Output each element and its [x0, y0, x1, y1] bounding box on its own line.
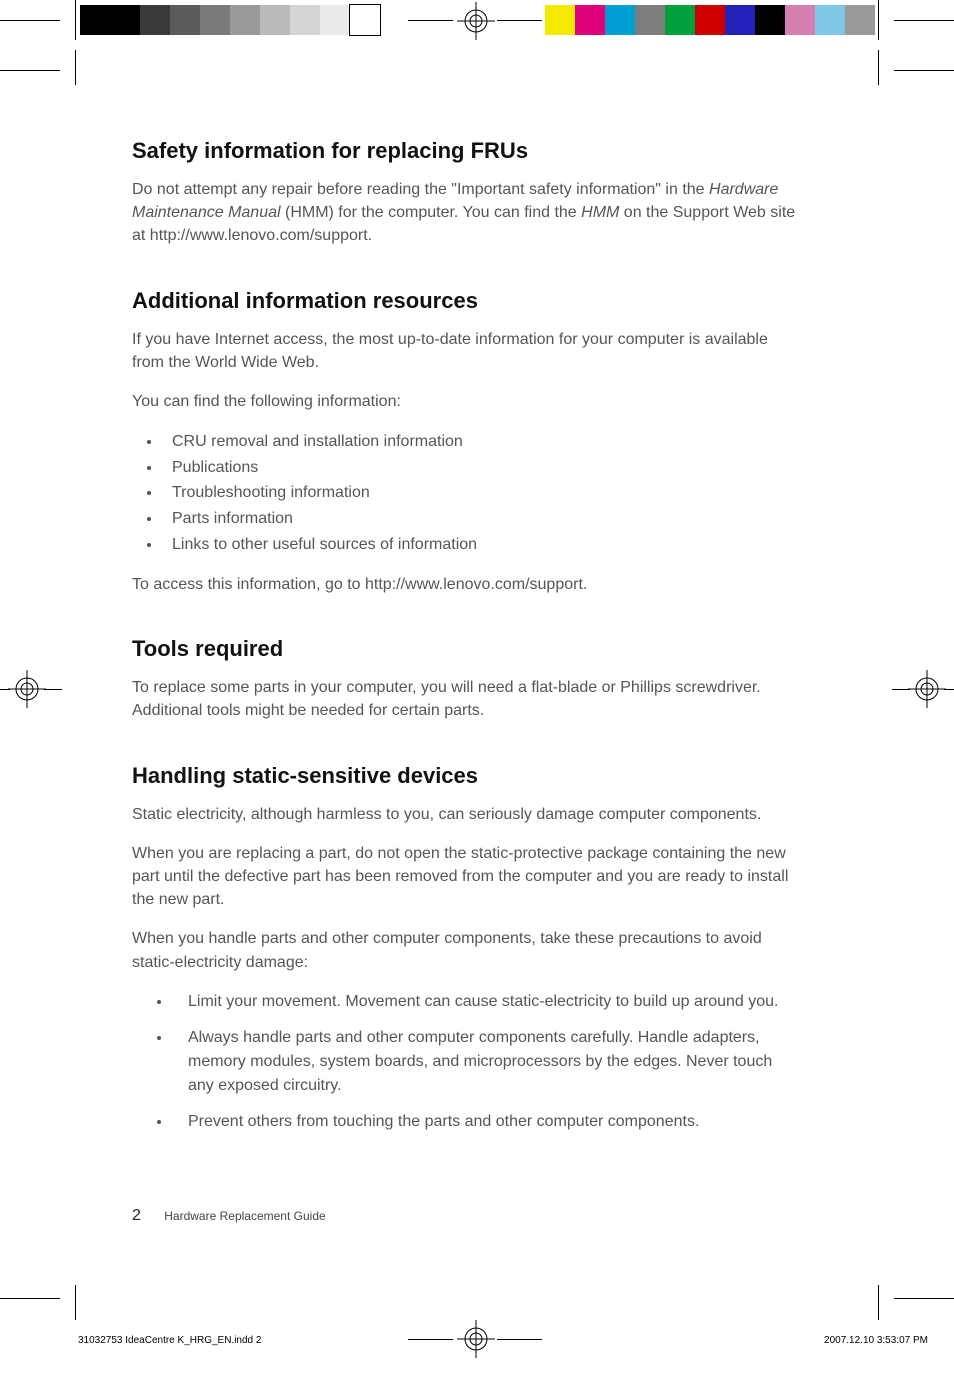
- paragraph: Static electricity, although harmless to…: [132, 803, 802, 826]
- crop-line: [497, 20, 542, 21]
- paragraph: To replace some parts in your computer, …: [132, 676, 802, 722]
- swatch: [320, 5, 350, 35]
- swatch: [290, 5, 320, 35]
- list-item: Prevent others from touching the parts a…: [172, 1110, 802, 1134]
- imprint-left: 31032753 IdeaCentre K_HRG_EN.indd 2: [78, 1335, 261, 1346]
- colorbar-grayscale: [80, 5, 380, 35]
- swatch: [170, 5, 200, 35]
- page-number: 2: [132, 1207, 141, 1224]
- precautions-list: Limit your movement. Movement can cause …: [132, 990, 802, 1134]
- section-static-sensitive: Handling static-sensitive devices Static…: [132, 763, 802, 1134]
- paragraph: To access this information, go to http:/…: [132, 573, 802, 596]
- heading: Safety information for replacing FRUs: [132, 138, 802, 164]
- swatch: [815, 5, 845, 35]
- registration-mark-icon: [457, 2, 495, 40]
- crop-line: [944, 689, 954, 690]
- section-additional-info: Additional information resources If you …: [132, 288, 802, 597]
- swatch: [695, 5, 725, 35]
- swatch: [200, 5, 230, 35]
- footer-title: Hardware Replacement Guide: [164, 1209, 325, 1223]
- crop-line: [408, 1339, 453, 1340]
- list-item: Always handle parts and other computer c…: [172, 1026, 802, 1098]
- paragraph: When you handle parts and other computer…: [132, 927, 802, 973]
- swatch: [785, 5, 815, 35]
- section-safety-info: Safety information for replacing FRUs Do…: [132, 138, 802, 248]
- crop-line: [75, 50, 76, 85]
- swatch: [755, 5, 785, 35]
- crop-line: [894, 20, 954, 21]
- crop-line: [75, 1285, 76, 1320]
- swatch: [545, 5, 575, 35]
- crop-line: [878, 0, 879, 40]
- crop-line: [878, 50, 879, 85]
- page: Safety information for replacing FRUs Do…: [0, 0, 954, 1374]
- list-item: Troubleshooting information: [162, 480, 802, 506]
- swatch: [260, 5, 290, 35]
- crop-line: [894, 70, 954, 71]
- crop-line: [0, 70, 60, 71]
- swatch: [665, 5, 695, 35]
- paragraph: When you are replacing a part, do not op…: [132, 842, 802, 912]
- crop-line: [408, 20, 453, 21]
- swatch: [110, 5, 140, 35]
- paragraph: Do not attempt any repair before reading…: [132, 178, 802, 248]
- swatch: [350, 5, 380, 35]
- swatch: [140, 5, 170, 35]
- crop-line: [0, 689, 10, 690]
- info-list: CRU removal and installation information…: [132, 429, 802, 557]
- list-item: Publications: [162, 455, 802, 481]
- list-item: Links to other useful sources of informa…: [162, 532, 802, 558]
- list-item: Limit your movement. Movement can cause …: [172, 990, 802, 1014]
- crop-line: [75, 0, 76, 40]
- crop-line: [497, 1339, 542, 1340]
- paragraph: You can find the following information:: [132, 390, 802, 413]
- registration-mark-icon: [457, 1320, 495, 1358]
- page-footer: 2 Hardware Replacement Guide: [132, 1207, 326, 1225]
- swatch: [230, 5, 260, 35]
- crop-line: [878, 1285, 879, 1320]
- heading: Handling static-sensitive devices: [132, 763, 802, 789]
- imprint-right: 2007.12.10 3:53:07 PM: [824, 1335, 928, 1346]
- list-item: Parts information: [162, 506, 802, 532]
- crop-line: [44, 689, 62, 690]
- heading: Tools required: [132, 636, 802, 662]
- swatch: [80, 5, 110, 35]
- paragraph: If you have Internet access, the most up…: [132, 328, 802, 374]
- list-item: CRU removal and installation information: [162, 429, 802, 455]
- registration-mark-icon: [8, 670, 46, 708]
- swatch: [845, 5, 875, 35]
- section-tools-required: Tools required To replace some parts in …: [132, 636, 802, 722]
- crop-line: [894, 1298, 954, 1299]
- crop-line: [0, 20, 60, 21]
- page-content: Safety information for replacing FRUs Do…: [132, 138, 802, 1146]
- crop-line: [892, 689, 910, 690]
- heading: Additional information resources: [132, 288, 802, 314]
- swatch: [725, 5, 755, 35]
- crop-line: [0, 1298, 60, 1299]
- registration-mark-icon: [908, 670, 946, 708]
- swatch: [635, 5, 665, 35]
- swatch: [605, 5, 635, 35]
- swatch: [575, 5, 605, 35]
- colorbar-cmyk: [545, 5, 875, 35]
